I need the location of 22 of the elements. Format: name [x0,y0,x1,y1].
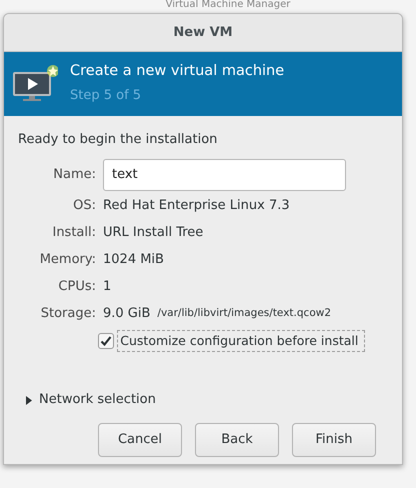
field-label: CPUs: [57,278,96,296]
field-value: 9.0 GiB [103,305,150,324]
checkbox-label[interactable]: Customize configuration before install [117,330,366,352]
file-path: /var/lib/libvirt/images/text.qcow2 [157,306,332,322]
field-value: 1024 MiB [103,251,164,270]
dialog-button[interactable]: Back [195,422,279,457]
name-field[interactable]: text [103,158,346,190]
field-label: Name: [52,166,96,184]
field-label: OS: [72,197,96,216]
expander-label[interactable]: Network selection [39,390,156,410]
dialog-title: New VM [4,14,402,52]
dialog-button[interactable]: Finish [292,422,376,457]
step-label: Step 5 of 5 [70,87,142,106]
field-label: Memory: [38,251,96,270]
banner-title: Create a new virtual machine [70,62,284,80]
field-label: Storage: [40,305,96,324]
section-heading: Ready to begin the installation [18,131,218,149]
field-value: 1 [103,278,112,296]
field-label: Install: [51,224,96,242]
dialog-button[interactable]: Cancel [98,422,182,457]
field-value: Red Hat Enterprise Linux 7.3 [103,197,290,216]
field-value: URL Install Tree [103,224,204,242]
